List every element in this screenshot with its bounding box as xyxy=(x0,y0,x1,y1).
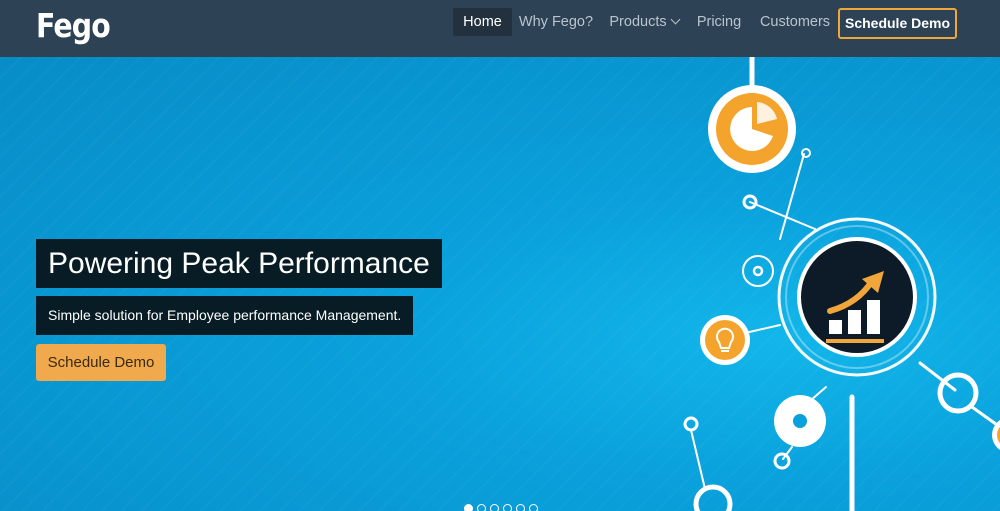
brand-logo[interactable]: Fego xyxy=(36,6,111,45)
schedule-demo-nav-button[interactable]: Schedule Demo xyxy=(838,8,957,39)
nav-item-pricing[interactable]: Pricing xyxy=(692,8,746,36)
nav-item-customers[interactable]: Customers xyxy=(757,8,833,36)
hero-subtitle: Simple solution for Employee performance… xyxy=(36,296,414,335)
hero-carousel: Powering Peak Performance Simple solutio… xyxy=(0,57,1000,511)
hero-title: Powering Peak Performance xyxy=(36,239,442,288)
nav-item-products[interactable]: Products xyxy=(604,8,684,36)
navbar: Fego Home Why Fego? Products Pricing Cus… xyxy=(0,0,1000,57)
carousel-dot[interactable] xyxy=(503,504,512,511)
carousel-dot[interactable] xyxy=(464,504,473,511)
schedule-demo-hero-button[interactable]: Schedule Demo xyxy=(36,344,166,381)
nav-item-why-fego[interactable]: Why Fego? xyxy=(516,8,596,36)
carousel-dot[interactable] xyxy=(490,504,499,511)
nav-item-home[interactable]: Home xyxy=(453,8,512,36)
carousel-dot[interactable] xyxy=(477,504,486,511)
carousel-dot[interactable] xyxy=(529,504,538,511)
chevron-down-icon xyxy=(670,14,681,25)
carousel-dot[interactable] xyxy=(516,504,525,511)
